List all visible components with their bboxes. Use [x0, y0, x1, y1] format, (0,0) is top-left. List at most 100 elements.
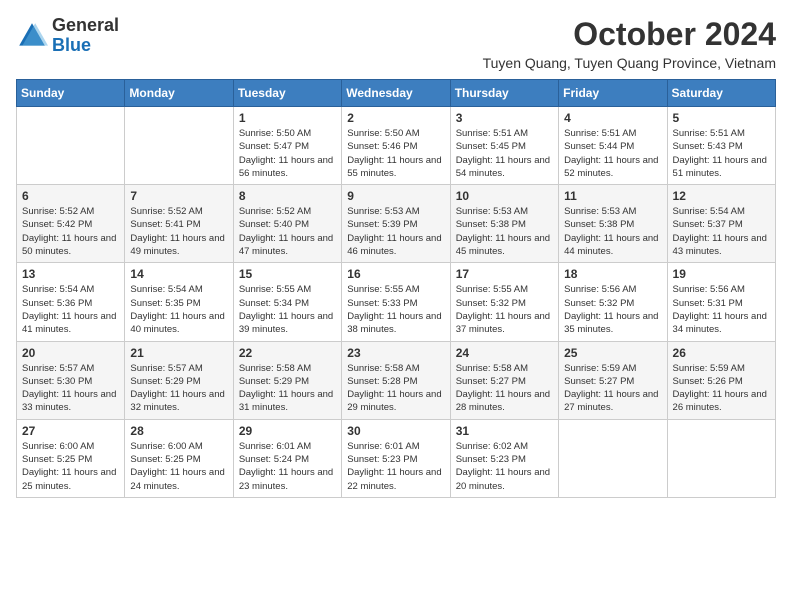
day-number: 3 — [456, 111, 553, 125]
day-cell-10: 10 Sunrise: 5:53 AMSunset: 5:38 PMDayligh… — [450, 185, 558, 263]
empty-cell — [667, 419, 775, 497]
day-info: Sunrise: 5:55 AMSunset: 5:34 PMDaylight:… — [239, 283, 336, 336]
weekday-header-sunday: Sunday — [17, 80, 125, 107]
day-number: 31 — [456, 424, 553, 438]
day-info: Sunrise: 5:51 AMSunset: 5:43 PMDaylight:… — [673, 127, 770, 180]
empty-cell — [559, 419, 667, 497]
day-cell-1: 1Sunrise: 5:50 AMSunset: 5:47 PMDaylight… — [233, 107, 341, 185]
day-info: Sunrise: 5:54 AMSunset: 5:37 PMDaylight:… — [673, 205, 770, 258]
day-number: 30 — [347, 424, 444, 438]
day-cell-27: 27Sunrise: 6:00 AMSunset: 5:25 PMDayligh… — [17, 419, 125, 497]
day-info: Sunrise: 6:02 AMSunset: 5:23 PMDaylight:… — [456, 440, 553, 493]
logo-icon — [16, 20, 48, 52]
day-number: 12 — [673, 189, 770, 203]
day-cell-25: 25 Sunrise: 5:59 AMSunset: 5:27 PMDayligh… — [559, 341, 667, 419]
logo-text: General Blue — [52, 16, 119, 56]
day-number: 5 — [673, 111, 770, 125]
logo: General Blue — [16, 16, 119, 56]
day-cell-2: 2 Sunrise: 5:50 AMSunset: 5:46 PMDaylight… — [342, 107, 450, 185]
day-number: 6 — [22, 189, 119, 203]
day-cell-4: 4 Sunrise: 5:51 AMSunset: 5:44 PMDaylight… — [559, 107, 667, 185]
day-info: Sunrise: 5:53 AMSunset: 5:38 PMDaylight:… — [456, 205, 553, 258]
title-section: October 2024 Tuyen Quang, Tuyen Quang Pr… — [483, 16, 776, 71]
day-info: Sunrise: 5:51 AMSunset: 5:45 PMDaylight:… — [456, 127, 553, 180]
weekday-header-tuesday: Tuesday — [233, 80, 341, 107]
day-cell-21: 21 Sunrise: 5:57 AMSunset: 5:29 PMDayligh… — [125, 341, 233, 419]
day-info: Sunrise: 5:58 AMSunset: 5:27 PMDaylight:… — [456, 362, 553, 415]
day-cell-13: 13 Sunrise: 5:54 AMSunset: 5:36 PMDayligh… — [17, 263, 125, 341]
day-number: 24 — [456, 346, 553, 360]
day-info: Sunrise: 5:56 AMSunset: 5:31 PMDaylight:… — [673, 283, 770, 336]
day-info: Sunrise: 5:53 AMSunset: 5:39 PMDaylight:… — [347, 205, 444, 258]
day-info: Sunrise: 5:50 AMSunset: 5:46 PMDaylight:… — [347, 127, 444, 180]
day-cell-5: 5 Sunrise: 5:51 AMSunset: 5:43 PMDaylight… — [667, 107, 775, 185]
week-row-1: 1Sunrise: 5:50 AMSunset: 5:47 PMDaylight… — [17, 107, 776, 185]
weekday-header-saturday: Saturday — [667, 80, 775, 107]
day-number: 22 — [239, 346, 336, 360]
day-cell-22: 22Sunrise: 5:58 AMSunset: 5:29 PMDayligh… — [233, 341, 341, 419]
month-title: October 2024 — [483, 16, 776, 53]
day-info: Sunrise: 5:59 AMSunset: 5:27 PMDaylight:… — [564, 362, 661, 415]
day-number: 23 — [347, 346, 444, 360]
day-info: Sunrise: 5:52 AMSunset: 5:40 PMDaylight:… — [239, 205, 336, 258]
day-number: 8 — [239, 189, 336, 203]
day-cell-18: 18Sunrise: 5:56 AMSunset: 5:32 PMDayligh… — [559, 263, 667, 341]
day-cell-7: 7 Sunrise: 5:52 AMSunset: 5:41 PMDaylight… — [125, 185, 233, 263]
day-cell-31: 31 Sunrise: 6:02 AMSunset: 5:23 PMDayligh… — [450, 419, 558, 497]
day-cell-26: 26Sunrise: 5:59 AMSunset: 5:26 PMDayligh… — [667, 341, 775, 419]
day-info: Sunrise: 5:51 AMSunset: 5:44 PMDaylight:… — [564, 127, 661, 180]
day-number: 11 — [564, 189, 661, 203]
day-cell-14: 14 Sunrise: 5:54 AMSunset: 5:35 PMDayligh… — [125, 263, 233, 341]
day-number: 29 — [239, 424, 336, 438]
day-number: 13 — [22, 267, 119, 281]
day-info: Sunrise: 5:50 AMSunset: 5:47 PMDaylight:… — [239, 127, 336, 180]
day-cell-19: 19 Sunrise: 5:56 AMSunset: 5:31 PMDayligh… — [667, 263, 775, 341]
day-number: 21 — [130, 346, 227, 360]
day-cell-3: 3 Sunrise: 5:51 AMSunset: 5:45 PMDaylight… — [450, 107, 558, 185]
day-cell-17: 17Sunrise: 5:55 AMSunset: 5:32 PMDayligh… — [450, 263, 558, 341]
day-number: 15 — [239, 267, 336, 281]
day-number: 14 — [130, 267, 227, 281]
week-row-3: 13 Sunrise: 5:54 AMSunset: 5:36 PMDayligh… — [17, 263, 776, 341]
day-info: Sunrise: 5:56 AMSunset: 5:32 PMDaylight:… — [564, 283, 661, 336]
day-number: 19 — [673, 267, 770, 281]
day-number: 4 — [564, 111, 661, 125]
day-cell-23: 23 Sunrise: 5:58 AMSunset: 5:28 PMDayligh… — [342, 341, 450, 419]
day-info: Sunrise: 6:00 AMSunset: 5:25 PMDaylight:… — [130, 440, 227, 493]
day-number: 17 — [456, 267, 553, 281]
empty-cell — [17, 107, 125, 185]
day-info: Sunrise: 5:54 AMSunset: 5:35 PMDaylight:… — [130, 283, 227, 336]
empty-cell — [125, 107, 233, 185]
day-info: Sunrise: 6:01 AMSunset: 5:24 PMDaylight:… — [239, 440, 336, 493]
day-cell-30: 30 Sunrise: 6:01 AMSunset: 5:23 PMDayligh… — [342, 419, 450, 497]
week-row-5: 27Sunrise: 6:00 AMSunset: 5:25 PMDayligh… — [17, 419, 776, 497]
day-cell-6: 6 Sunrise: 5:52 AMSunset: 5:42 PMDaylight… — [17, 185, 125, 263]
day-info: Sunrise: 5:52 AMSunset: 5:42 PMDaylight:… — [22, 205, 119, 258]
day-number: 7 — [130, 189, 227, 203]
week-row-4: 20Sunrise: 5:57 AMSunset: 5:30 PMDayligh… — [17, 341, 776, 419]
day-cell-12: 12 Sunrise: 5:54 AMSunset: 5:37 PMDayligh… — [667, 185, 775, 263]
day-info: Sunrise: 5:55 AMSunset: 5:33 PMDaylight:… — [347, 283, 444, 336]
day-cell-20: 20Sunrise: 5:57 AMSunset: 5:30 PMDayligh… — [17, 341, 125, 419]
day-number: 2 — [347, 111, 444, 125]
day-info: Sunrise: 5:53 AMSunset: 5:38 PMDaylight:… — [564, 205, 661, 258]
day-cell-16: 16Sunrise: 5:55 AMSunset: 5:33 PMDayligh… — [342, 263, 450, 341]
page-header: General Blue October 2024 Tuyen Quang, T… — [16, 16, 776, 71]
day-number: 10 — [456, 189, 553, 203]
day-info: Sunrise: 5:52 AMSunset: 5:41 PMDaylight:… — [130, 205, 227, 258]
day-info: Sunrise: 6:00 AMSunset: 5:25 PMDaylight:… — [22, 440, 119, 493]
day-info: Sunrise: 5:57 AMSunset: 5:29 PMDaylight:… — [130, 362, 227, 415]
day-cell-11: 11 Sunrise: 5:53 AMSunset: 5:38 PMDayligh… — [559, 185, 667, 263]
day-number: 25 — [564, 346, 661, 360]
week-row-2: 6 Sunrise: 5:52 AMSunset: 5:42 PMDaylight… — [17, 185, 776, 263]
weekday-header-friday: Friday — [559, 80, 667, 107]
day-cell-8: 8 Sunrise: 5:52 AMSunset: 5:40 PMDaylight… — [233, 185, 341, 263]
day-cell-9: 9Sunrise: 5:53 AMSunset: 5:39 PMDaylight… — [342, 185, 450, 263]
day-info: Sunrise: 6:01 AMSunset: 5:23 PMDaylight:… — [347, 440, 444, 493]
weekday-header-wednesday: Wednesday — [342, 80, 450, 107]
day-info: Sunrise: 5:58 AMSunset: 5:28 PMDaylight:… — [347, 362, 444, 415]
weekday-header-monday: Monday — [125, 80, 233, 107]
day-cell-15: 15 Sunrise: 5:55 AMSunset: 5:34 PMDayligh… — [233, 263, 341, 341]
day-number: 26 — [673, 346, 770, 360]
day-info: Sunrise: 5:54 AMSunset: 5:36 PMDaylight:… — [22, 283, 119, 336]
